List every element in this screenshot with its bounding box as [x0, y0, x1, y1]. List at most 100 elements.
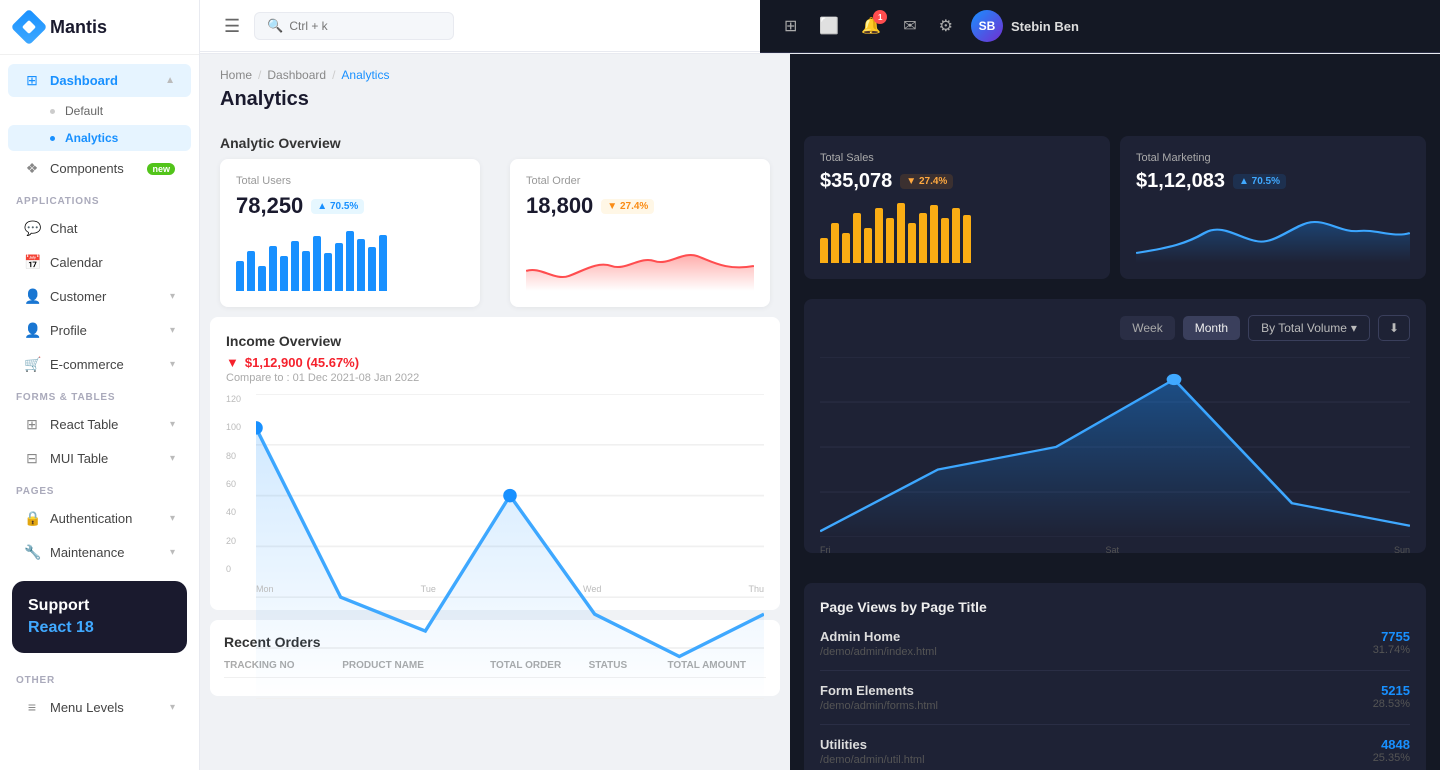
sidebar-item-react-table[interactable]: ⊞ React Table ▾: [8, 408, 191, 441]
profile-icon: 👤: [24, 322, 40, 339]
section-forms: Forms & Tables: [0, 382, 199, 407]
income-dark-chart: Fri Sat Sun: [820, 357, 1410, 537]
react-table-icon: ⊞: [24, 416, 40, 433]
sidebar-item-customer[interactable]: 👤 Customer ▾: [8, 280, 191, 313]
breadcrumb-analytics: Analytics: [341, 68, 389, 82]
notification-button[interactable]: 🔔 1: [857, 12, 885, 40]
sidebar-item-maintenance[interactable]: 🔧 Maintenance ▾: [8, 536, 191, 569]
sidebar-sub-analytics[interactable]: Analytics: [8, 125, 191, 151]
user-avatar: SB: [971, 10, 1003, 42]
volume-button[interactable]: By Total Volume ▾: [1248, 315, 1370, 341]
sidebar-item-calendar[interactable]: 📅 Calendar: [8, 246, 191, 279]
page-title: Analytics: [220, 88, 770, 111]
sidebar-item-components[interactable]: ❖ Components new: [8, 152, 191, 185]
card-total-order: Total Order 18,800 ▼ 27.4%: [510, 159, 770, 307]
sidebar-sub-default[interactable]: Default: [8, 98, 191, 124]
sidebar-item-mui-table[interactable]: ⊟ MUI Table ▾: [8, 442, 191, 475]
support-banner-subtitle: React 18: [28, 619, 171, 637]
sidebar-item-authentication[interactable]: 🔒 Authentication ▾: [8, 502, 191, 535]
customer-label: Customer: [50, 289, 106, 304]
logo-icon: [11, 9, 48, 46]
pv-name: Admin Home: [820, 629, 937, 644]
breadcrumb-dashboard: Dashboard: [267, 68, 326, 82]
dashboard-label: Dashboard: [50, 73, 118, 88]
auth-icon: 🔒: [24, 510, 40, 527]
order-area-chart: [526, 231, 754, 291]
sidebar-item-ecommerce[interactable]: 🛒 E-commerce ▾: [8, 348, 191, 381]
analytics-label: Analytics: [65, 131, 118, 145]
sidebar-item-dashboard[interactable]: ⊞ Dashboard ▲: [8, 64, 191, 97]
settings-button[interactable]: ⚙: [935, 12, 957, 40]
mail-button[interactable]: ✉: [899, 12, 920, 40]
page-view-item: Utilities /demo/admin/util.html 4848 25.…: [820, 737, 1410, 770]
components-badge: new: [147, 163, 175, 175]
grid-button[interactable]: ⊞: [780, 12, 801, 40]
sidebar-nav: ⊞ Dashboard ▲ Default Analytics ❖ Compon…: [0, 55, 199, 770]
month-button[interactable]: Month: [1183, 316, 1240, 340]
components-label: Components: [50, 161, 124, 176]
sidebar-item-profile[interactable]: 👤 Profile ▾: [8, 314, 191, 347]
content-main: Home / Dashboard / Analytics Analytics A…: [200, 54, 1440, 770]
pv-url: /demo/admin/index.html: [820, 646, 937, 658]
breadcrumb: Home / Dashboard / Analytics: [220, 68, 770, 82]
right-panels: Total Sales $35,078 ▼ 27.4%: [790, 54, 1440, 770]
auth-chevron: ▾: [170, 513, 175, 524]
dashboard-icon: ⊞: [24, 72, 40, 89]
income-compare: Compare to : 01 Dec 2021-08 Jan 2022: [226, 372, 764, 384]
card-total-sales: Total Sales $35,078 ▼ 27.4%: [804, 136, 1110, 279]
sidebar-item-menu-levels[interactable]: ≡ Menu Levels ▾: [8, 691, 191, 723]
support-banner-title: Support: [28, 597, 171, 615]
pv-name: Utilities: [820, 737, 925, 752]
mui-table-icon: ⊟: [24, 450, 40, 467]
calendar-label: Calendar: [50, 255, 103, 270]
income-overview-section: Income Overview ▼ $1,12,900 (45.67%) Com…: [200, 317, 790, 620]
content-right: Total Sales $35,078 ▼ 27.4%: [790, 54, 1440, 770]
components-icon: ❖: [24, 160, 40, 177]
pv-url: /demo/admin/forms.html: [820, 700, 938, 712]
topbar-search-box[interactable]: 🔍: [254, 12, 454, 40]
ecommerce-icon: 🛒: [24, 356, 40, 373]
cards-row-left: Total Users 78,250 ▲ 70.5%: [200, 159, 790, 317]
default-label: Default: [65, 104, 103, 118]
download-button[interactable]: ⬇: [1378, 315, 1410, 341]
week-button[interactable]: Week: [1120, 316, 1174, 340]
main-area: ☰ 🔍 ⊞ ⬜ 🔔 1 ✉ ⚙ SB Stebin Ben: [200, 0, 1440, 770]
income-title: Income Overview: [226, 333, 764, 349]
sidebar-logo: Mantis: [0, 0, 199, 55]
sidebar-item-chat[interactable]: 💬 Chat: [8, 212, 191, 245]
user-info[interactable]: SB Stebin Ben: [971, 10, 1079, 42]
chat-label: Chat: [50, 221, 77, 236]
hamburger-button[interactable]: ☰: [220, 12, 244, 41]
breadcrumb-sep2: /: [332, 68, 335, 82]
react-table-chevron: ▾: [170, 419, 175, 430]
search-input[interactable]: [289, 19, 409, 33]
income-dark-section: Week Month By Total Volume ▾ ⬇: [804, 299, 1426, 553]
topbar: ☰ 🔍 ⊞ ⬜ 🔔 1 ✉ ⚙ SB Stebin Ben: [200, 0, 1440, 54]
customer-chevron: ▾: [170, 291, 175, 302]
card-total-users: Total Users 78,250 ▲ 70.5%: [220, 159, 480, 307]
marketing-chart: [1136, 203, 1410, 263]
pv-count: 4848: [1373, 737, 1410, 752]
income-arrow: ▼: [226, 355, 239, 370]
window-button[interactable]: ⬜: [815, 12, 843, 40]
section-other: Other: [0, 665, 199, 690]
sales-bar-chart: [820, 203, 1094, 263]
menu-levels-label: Menu Levels: [50, 700, 124, 715]
menu-levels-icon: ≡: [24, 699, 40, 715]
content-left: Home / Dashboard / Analytics Analytics A…: [200, 54, 790, 770]
pv-pct: 31.74%: [1373, 644, 1410, 656]
sub-dot-analytics: [50, 136, 55, 141]
ecommerce-label: E-commerce: [50, 357, 124, 372]
income-value: $1,12,900 (45.67%): [245, 355, 359, 370]
ecommerce-chevron: ▾: [170, 359, 175, 370]
maintenance-label: Maintenance: [50, 545, 124, 560]
sidebar: Mantis ⊞ Dashboard ▲ Default Analytics ❖…: [0, 0, 200, 770]
menu-levels-chevron: ▾: [170, 702, 175, 713]
chat-icon: 💬: [24, 220, 40, 237]
calendar-icon: 📅: [24, 254, 40, 271]
users-bar-chart: [236, 231, 464, 291]
search-icon: 🔍: [267, 18, 283, 34]
user-initials: SB: [979, 19, 996, 33]
maintenance-chevron: ▾: [170, 547, 175, 558]
support-banner[interactable]: Support React 18: [12, 581, 187, 653]
